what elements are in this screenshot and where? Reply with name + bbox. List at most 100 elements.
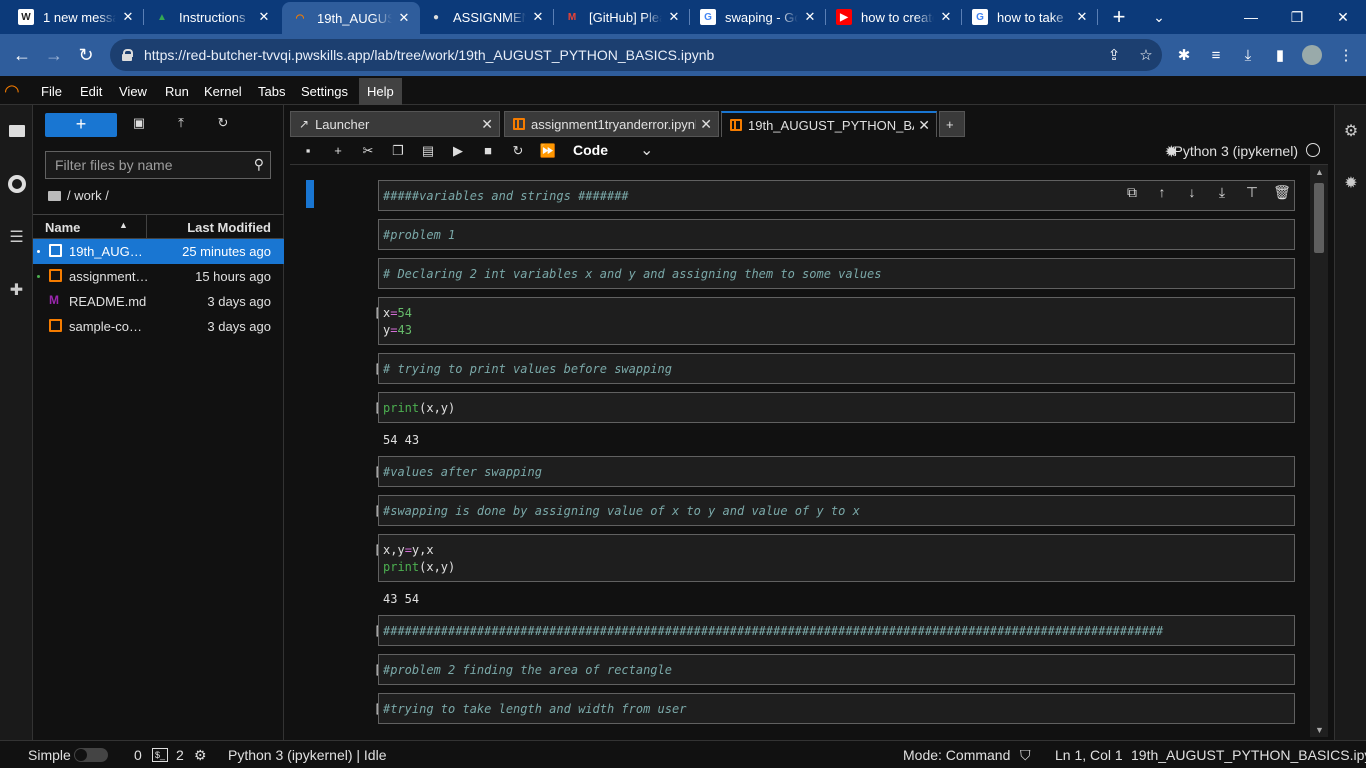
- breadcrumb[interactable]: / work /: [48, 188, 109, 203]
- code-cell-editor[interactable]: #trying to take length and width from us…: [378, 693, 1295, 724]
- file-row[interactable]: 19th_AUGUST_PYTHON_BASICS.ipynb 25 minute…: [33, 239, 284, 264]
- minimize-icon[interactable]: —: [1228, 0, 1274, 34]
- close-tab-icon[interactable]: ✕: [1074, 9, 1090, 25]
- code-cell-editor[interactable]: #swapping is done by assigning value of …: [378, 495, 1295, 526]
- code-cell-editor[interactable]: #problem 2 finding the area of rectangle: [378, 654, 1295, 685]
- property-inspector-icon[interactable]: ⚙: [1335, 121, 1366, 141]
- browser-tab[interactable]: Gswaping - Google Search✕: [690, 0, 826, 34]
- add-tab-icon[interactable]: +: [939, 111, 965, 137]
- new-launcher-button[interactable]: +: [45, 113, 117, 137]
- folder-icon[interactable]: [0, 117, 33, 145]
- copy-icon[interactable]: ❐: [388, 141, 408, 161]
- kernel-gear-icon[interactable]: ⚙: [194, 747, 207, 764]
- maximize-icon[interactable]: ❐: [1274, 0, 1320, 34]
- paste-icon[interactable]: ▤: [418, 141, 438, 161]
- terminal-icon[interactable]: $_: [152, 748, 168, 762]
- extensions-icon[interactable]: ✱: [1172, 44, 1196, 66]
- close-tab-icon[interactable]: ✕: [802, 9, 818, 25]
- browser-tab[interactable]: ▶ how to create ✕: [826, 0, 962, 34]
- document-tab[interactable]: ↗ Launcher ✕: [290, 111, 500, 137]
- lock-icon[interactable]: [122, 49, 133, 61]
- menu-help[interactable]: Help: [359, 78, 402, 105]
- code-cell-editor[interactable]: ########################################…: [378, 615, 1295, 646]
- menu-view[interactable]: View: [111, 78, 155, 105]
- run-icon[interactable]: ▶: [448, 141, 468, 161]
- extension-manager-icon[interactable]: ✚: [0, 276, 33, 304]
- cursor-position[interactable]: Ln 1, Col 1: [1055, 747, 1123, 763]
- insert-cell-icon[interactable]: +: [328, 141, 348, 161]
- code-cell-editor[interactable]: x=54 y=43: [378, 297, 1295, 345]
- move-up-icon[interactable]: ↑: [1152, 184, 1172, 201]
- browser-tab[interactable]: ● ASSIGNMENT✕: [418, 0, 554, 34]
- close-tab-icon[interactable]: ✕: [700, 116, 712, 133]
- move-down-icon[interactable]: ↓: [1182, 184, 1202, 201]
- code-cell-editor[interactable]: print(x,y): [378, 392, 1295, 423]
- terminal-count[interactable]: 0: [134, 747, 142, 763]
- new-folder-icon[interactable]: ▣: [127, 115, 151, 137]
- download-icon[interactable]: ⤓: [1236, 44, 1260, 66]
- kernel-count[interactable]: 2: [176, 747, 184, 763]
- code-cell-editor[interactable]: x,y=y,x print(x,y): [378, 534, 1295, 582]
- address-bar[interactable]: https://red-butcher-tvvqi.pwskills.app/l…: [110, 39, 1162, 71]
- save-icon[interactable]: ▪: [298, 141, 318, 161]
- menu-file[interactable]: File: [33, 78, 70, 105]
- browser-tab[interactable]: Ghow to take ✕: [962, 0, 1098, 34]
- menu-kernel[interactable]: Kernel: [196, 78, 250, 105]
- back-icon[interactable]: ←: [8, 42, 36, 68]
- simple-mode-toggle[interactable]: [74, 748, 108, 762]
- scrollbar-thumb[interactable]: [1314, 183, 1324, 253]
- code-cell-editor[interactable]: # Declaring 2 int variables x and y and …: [378, 258, 1295, 289]
- filter-files-input[interactable]: Filter files by name ⚲: [45, 151, 271, 179]
- cell-type-select[interactable]: Code: [573, 142, 608, 158]
- column-last-modified[interactable]: Last Modified: [187, 220, 271, 235]
- chevron-down-icon[interactable]: ⌄: [640, 140, 653, 160]
- menu-edit[interactable]: Edit: [72, 78, 110, 105]
- cut-icon[interactable]: ✂: [358, 141, 378, 161]
- duplicate-cell-icon[interactable]: ⧉: [1122, 184, 1142, 201]
- code-cell-editor[interactable]: #values after swapping: [378, 456, 1295, 487]
- shield-icon[interactable]: ⛉: [1020, 747, 1031, 764]
- file-row[interactable]: assignment1tryanderror.ipynb 15 hours ago: [33, 264, 284, 289]
- fast-forward-icon[interactable]: ⏩: [538, 141, 558, 161]
- restart-icon[interactable]: ↻: [508, 141, 528, 161]
- file-row[interactable]: sample-code.ipynb 3 days ago: [33, 314, 284, 339]
- kernel-status-text[interactable]: Python 3 (ipykernel) | Idle: [228, 747, 387, 763]
- vertical-scrollbar[interactable]: ▲ ▼: [1310, 165, 1328, 737]
- stop-icon[interactable]: ■: [478, 141, 498, 161]
- breadcrumb-path[interactable]: / work /: [67, 188, 109, 203]
- close-tab-icon[interactable]: ✕: [918, 117, 930, 134]
- url-text[interactable]: https://red-butcher-tvvqi.pwskills.app/l…: [144, 47, 1098, 63]
- tab-search-icon[interactable]: ⌄: [1136, 0, 1182, 34]
- chrome-menu-icon[interactable]: ⋮: [1334, 44, 1358, 66]
- side-panel-icon[interactable]: ▮: [1268, 44, 1292, 66]
- reload-icon[interactable]: ↻: [72, 42, 100, 68]
- running-kernels-icon[interactable]: [0, 170, 33, 198]
- menu-settings[interactable]: Settings: [293, 78, 356, 105]
- close-tab-icon[interactable]: ✕: [396, 10, 412, 26]
- menu-run[interactable]: Run: [157, 78, 197, 105]
- share-icon[interactable]: ⇪: [1098, 46, 1130, 64]
- close-tab-icon[interactable]: ✕: [481, 116, 493, 133]
- insert-above-icon[interactable]: ⊤: [1242, 184, 1262, 201]
- browser-tab[interactable]: ▲ Instructions ✕: [144, 0, 280, 34]
- bookmark-star-icon[interactable]: ☆: [1130, 46, 1162, 64]
- table-of-contents-icon[interactable]: ☰: [0, 223, 33, 251]
- document-tab[interactable]: 19th_AUGUST_PYTHON_BASICS.ipynb✕: [721, 111, 937, 137]
- menu-tabs[interactable]: Tabs: [250, 78, 293, 105]
- close-tab-icon[interactable]: ✕: [256, 9, 272, 25]
- sort-ascending-icon[interactable]: ▲: [119, 220, 128, 230]
- code-cell-editor[interactable]: # trying to print values before swapping: [378, 353, 1295, 384]
- column-name[interactable]: Name: [45, 220, 80, 235]
- browser-tab[interactable]: ◠ 19th_AUGUST_PYTHON_BASICS✕: [282, 2, 420, 34]
- upload-icon[interactable]: ⤒: [169, 115, 193, 137]
- document-tab[interactable]: assignment1tryanderror.ipynb ✕: [504, 111, 719, 137]
- browser-tab[interactable]: W 1 new message✕: [8, 0, 144, 34]
- close-tab-icon[interactable]: ✕: [938, 9, 954, 25]
- mode-indicator[interactable]: Mode: Command: [903, 747, 1010, 763]
- browser-tab[interactable]: M [GitHub] Please verify✕: [554, 0, 690, 34]
- profile-avatar[interactable]: [1300, 44, 1324, 66]
- insert-below-icon[interactable]: ⤓: [1212, 184, 1232, 201]
- debugger-panel-icon[interactable]: ✹: [1335, 173, 1366, 193]
- close-tab-icon[interactable]: ✕: [666, 9, 682, 25]
- media-queue-icon[interactable]: ≡: [1204, 44, 1228, 66]
